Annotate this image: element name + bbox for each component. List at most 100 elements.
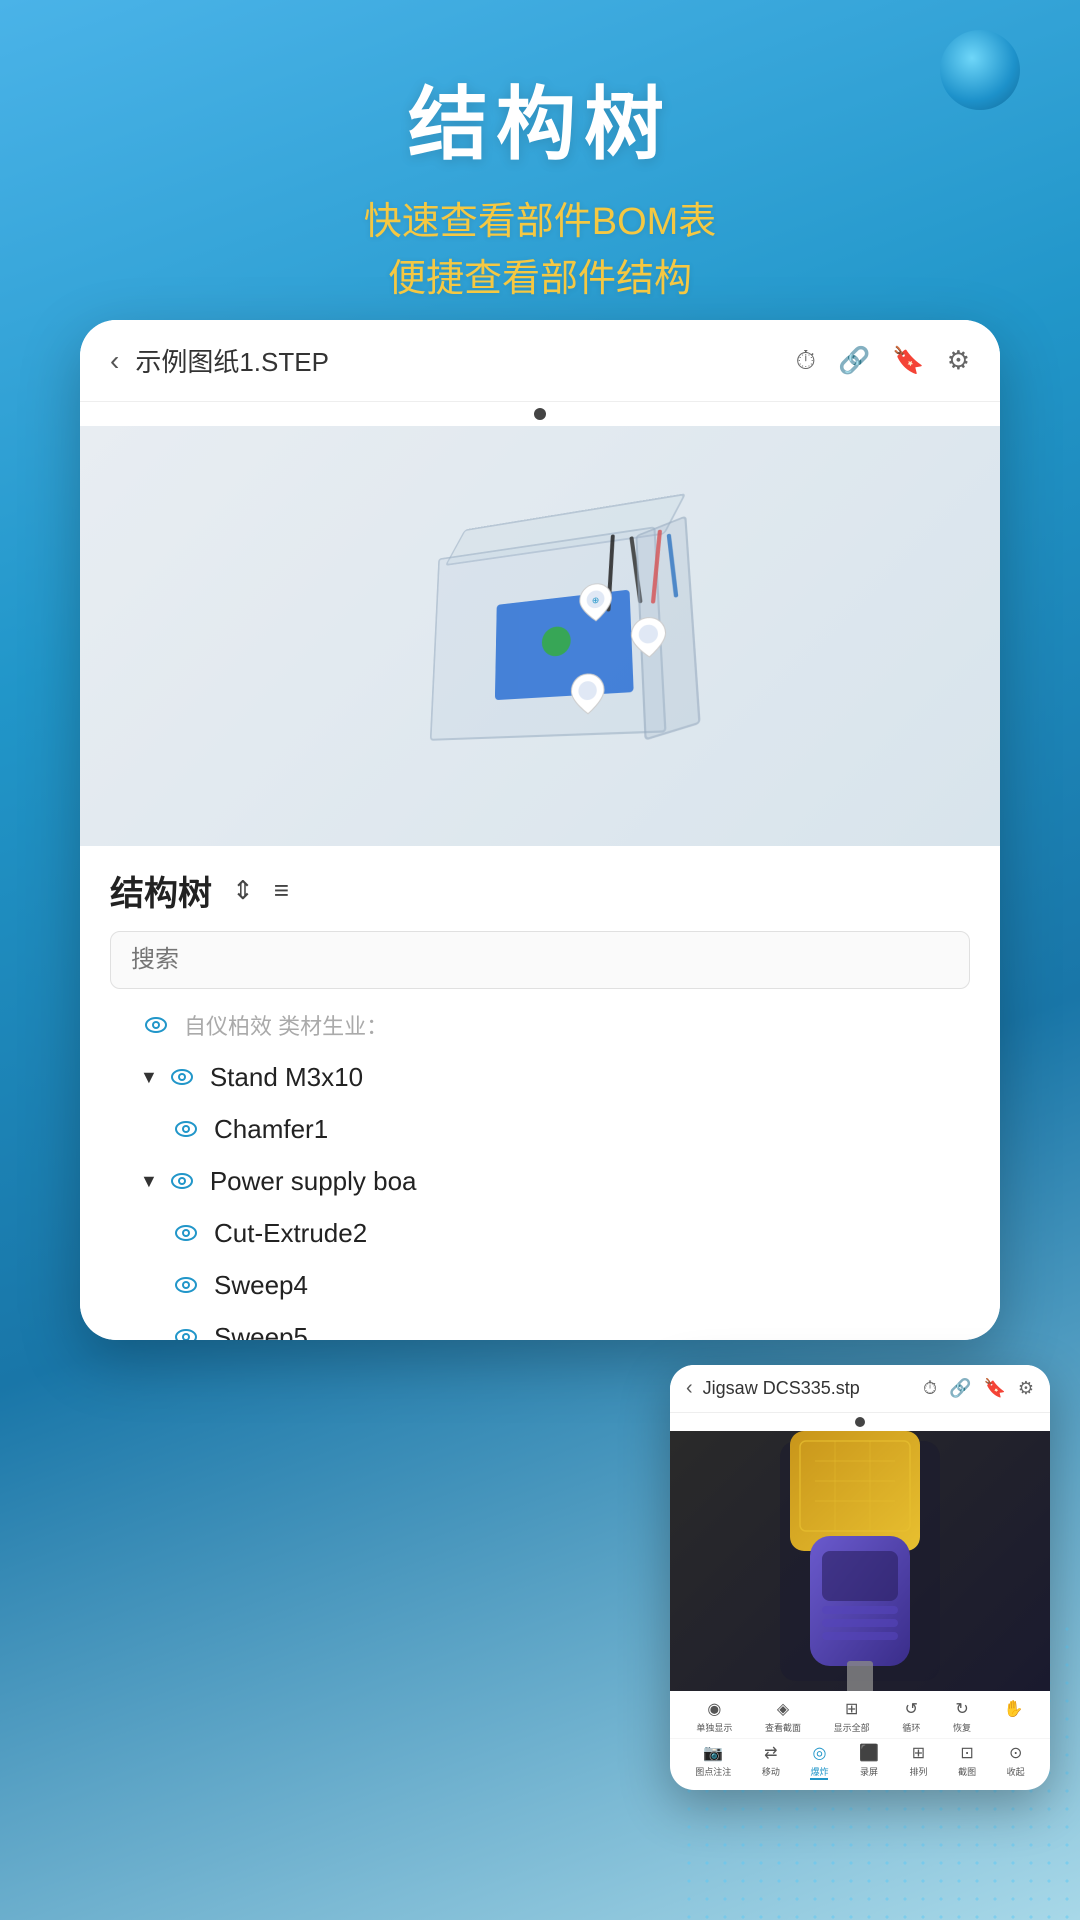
toolbar-arrange[interactable]: ⊞ 排列 (910, 1743, 928, 1780)
tree-item-label-2: Chamfer1 (214, 1114, 328, 1145)
annotate-label: 图点注注 (695, 1765, 731, 1778)
record-label: 录屏 (860, 1765, 878, 1778)
jigsaw-svg (740, 1431, 980, 1691)
crop-icon: ⊡ (960, 1743, 973, 1763)
floating-notch (855, 1417, 865, 1427)
toolbar-explode[interactable]: ◎ 爆炸 (810, 1743, 828, 1780)
tree-items: 自仪柏效 类材生业： ▼ Stand M3x10 Chamfer1 ▼ (110, 999, 970, 1340)
tree-item-label-6: Sweep5 (214, 1322, 308, 1341)
toolbar-section[interactable]: ◈ 查看截面 (765, 1699, 801, 1734)
arrange-label: 排列 (910, 1765, 928, 1778)
highlight-label: 单独显示 (696, 1721, 732, 1734)
tree-expand-icon[interactable]: ⇕ (232, 875, 254, 906)
main-card: ‹ 示例图纸1.STEP ⏱ 🔗 🔖 ⚙ (80, 320, 1000, 1340)
subtitle: 快速查看部件BOM表 便捷查看部件结构 (0, 194, 1080, 308)
tree-parent-label-text: 自仪柏效 类材生业： (184, 1009, 388, 1041)
floating-bookmark-icon[interactable]: 🔖 (983, 1378, 1005, 1399)
redo-label: 恢复 (953, 1721, 971, 1734)
back-button[interactable]: ‹ (110, 345, 119, 377)
toolbar-hand[interactable]: ✋ (1004, 1699, 1024, 1734)
tree-item-parent-label[interactable]: 自仪柏效 类材生业： (110, 999, 970, 1051)
svg-text:⊕: ⊕ (592, 595, 600, 606)
redo-icon: ↻ (955, 1699, 968, 1719)
eye-icon-2 (170, 1113, 202, 1145)
subtitle-line1: 快速查看部件BOM表 (364, 201, 717, 243)
tree-item-6[interactable]: Sweep5 (110, 1311, 970, 1340)
toolbar-more[interactable]: ⊙ 收起 (1007, 1743, 1025, 1780)
section-label: 查看截面 (765, 1721, 801, 1734)
eye-icon-0 (140, 1009, 172, 1041)
topbar-icons: ⏱ 🔗 🔖 ⚙ (796, 345, 970, 377)
bookmark-icon[interactable]: 🔖 (892, 345, 924, 376)
eye-icon-1 (166, 1061, 198, 1093)
pin-marker-3 (569, 671, 607, 717)
floating-icons: ⏱ 🔗 🔖 ⚙ (923, 1378, 1034, 1399)
toolbar-undo[interactable]: ↺ 循环 (902, 1699, 920, 1734)
arrow-icon-3: ▼ (140, 1171, 158, 1192)
undo-icon: ↺ (905, 1699, 918, 1719)
card-topbar: ‹ 示例图纸1.STEP ⏱ 🔗 🔖 ⚙ (80, 320, 1000, 402)
card-filename: 示例图纸1.STEP (135, 342, 795, 379)
toolbar-annotate[interactable]: 📷 图点注注 (695, 1743, 731, 1780)
floating-history-icon[interactable]: ⏱ (923, 1378, 937, 1399)
annotate-icon: 📷 (703, 1743, 723, 1763)
section-icon: ◈ (777, 1699, 789, 1719)
eye-icon-4 (170, 1217, 202, 1249)
floating-share-icon[interactable]: 🔗 (949, 1378, 971, 1399)
tree-item-1[interactable]: ▼ Stand M3x10 (110, 1051, 970, 1103)
main-title: 结构树 (0, 60, 1080, 176)
tree-item-2[interactable]: Chamfer1 (110, 1103, 970, 1155)
toolbar-move[interactable]: ⇄ 移动 (762, 1743, 780, 1780)
tree-panel: 结构树 ⇕ ≡ 自仪柏效 类材生业： ▼ Stand M3x10 (80, 846, 1000, 1340)
settings-icon[interactable]: ⚙ (947, 345, 970, 376)
floating-filename: Jigsaw DCS335.stp (703, 1378, 923, 1399)
tree-item-5[interactable]: Sweep4 (110, 1259, 970, 1311)
tree-item-3[interactable]: ▼ Power supply boa (110, 1155, 970, 1207)
crop-label: 截图 (958, 1765, 976, 1778)
toolbar-crop[interactable]: ⊡ 截图 (958, 1743, 976, 1780)
box-frame: ⊕ (403, 493, 704, 771)
eye-icon-6 (170, 1321, 202, 1340)
all-label: 显示全部 (834, 1721, 870, 1734)
floating-topbar: ‹ Jigsaw DCS335.stp ⏱ 🔗 🔖 ⚙ (670, 1365, 1050, 1413)
arrange-icon: ⊞ (912, 1743, 925, 1763)
toolbar-redo[interactable]: ↻ 恢复 (953, 1699, 971, 1734)
pin-marker-2 (629, 614, 670, 661)
floating-toolbar-bottom: 📷 图点注注 ⇄ 移动 ◎ 爆炸 ⬛ 录屏 ⊞ 排列 ⊡ 截图 ⊙ 收起 (670, 1738, 1050, 1790)
toolbar-all[interactable]: ⊞ 显示全部 (834, 1699, 870, 1734)
header: 结构树 快速查看部件BOM表 便捷查看部件结构 (0, 60, 1080, 308)
tree-item-label-3: Power supply boa (210, 1166, 417, 1197)
history-icon[interactable]: ⏱ (796, 345, 816, 377)
floating-back-button[interactable]: ‹ (686, 1377, 693, 1400)
tree-item-label-1: Stand M3x10 (210, 1062, 363, 1093)
tree-heading: 结构树 (110, 866, 212, 915)
explode-label: 爆炸 (810, 1765, 828, 1778)
more-label: 收起 (1007, 1765, 1025, 1778)
pcb-component (542, 625, 571, 657)
hand-icon: ✋ (1004, 1699, 1024, 1719)
notch-dot (534, 408, 546, 420)
floating-toolbar-top: ◉ 单独显示 ◈ 查看截面 ⊞ 显示全部 ↺ 循环 ↻ 恢复 ✋ (670, 1691, 1050, 1738)
search-input[interactable] (110, 931, 970, 989)
tree-item-label-4: Cut-Extrude2 (214, 1218, 367, 1249)
arrow-icon-1: ▼ (140, 1067, 158, 1088)
jigsaw-view[interactable] (670, 1431, 1050, 1691)
tree-item-4[interactable]: Cut-Extrude2 (110, 1207, 970, 1259)
move-label: 移动 (762, 1765, 780, 1778)
record-icon: ⬛ (859, 1743, 879, 1763)
tree-header: 结构树 ⇕ ≡ (110, 866, 970, 915)
toolbar-record[interactable]: ⬛ 录屏 (859, 1743, 879, 1780)
all-icon: ⊞ (845, 1699, 858, 1719)
floating-settings-icon[interactable]: ⚙ (1018, 1378, 1034, 1399)
more-icon: ⊙ (1009, 1743, 1022, 1763)
model-container: ⊕ (160, 446, 920, 826)
pin-marker-1: ⊕ (578, 580, 615, 625)
move-icon: ⇄ (764, 1743, 777, 1763)
floating-card: ‹ Jigsaw DCS335.stp ⏱ 🔗 🔖 ⚙ (670, 1365, 1050, 1790)
explode-icon: ◎ (812, 1743, 826, 1763)
3d-view[interactable]: ⊕ (80, 426, 1000, 846)
share-icon[interactable]: 🔗 (838, 345, 870, 376)
jigsaw-model (670, 1431, 1050, 1691)
toolbar-highlight[interactable]: ◉ 单独显示 (696, 1699, 732, 1734)
tree-collapse-icon[interactable]: ≡ (274, 875, 289, 906)
